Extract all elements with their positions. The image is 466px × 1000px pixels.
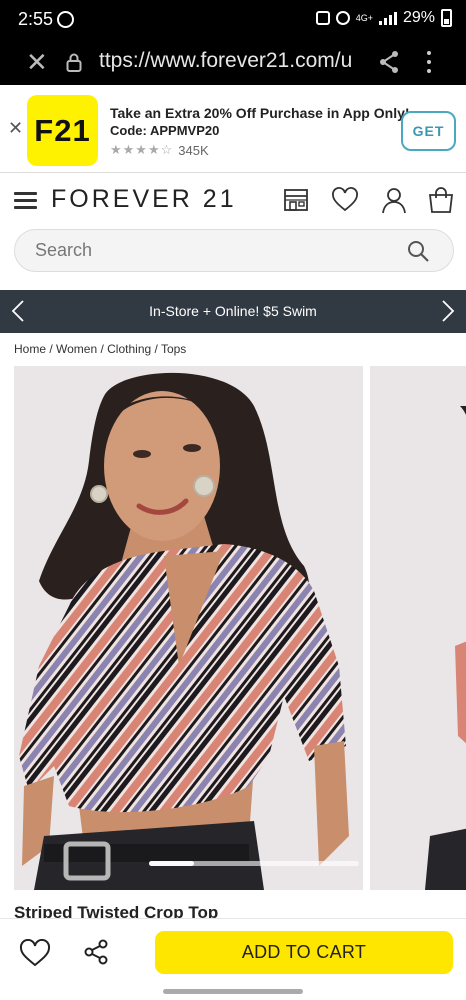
app-install-banner: ✕ F21 Take an Extra 20% Off Purchase in … — [0, 85, 466, 173]
banner-promo-code: Code: APPMVP20 — [110, 123, 220, 138]
gallery-scroll-indicator — [149, 861, 359, 866]
status-time: 2:55 — [18, 9, 54, 29]
get-app-button[interactable]: GET — [401, 111, 456, 151]
banner-close-icon[interactable]: ✕ — [8, 118, 23, 139]
search-input[interactable]: Search — [35, 240, 92, 261]
share-icon[interactable] — [378, 50, 400, 74]
model-photo-next — [370, 366, 466, 890]
lock-icon[interactable] — [66, 53, 82, 72]
add-to-cart-button[interactable]: ADD TO CART — [155, 931, 453, 974]
gallery-scroll-thumb — [149, 861, 194, 866]
notification-icon — [315, 11, 330, 25]
status-icons: 4G+ 29% — [315, 9, 452, 27]
banner-title: Take an Extra 20% Off Purchase in App On… — [110, 105, 410, 121]
rating-count: 345K — [178, 142, 209, 158]
share-product-icon[interactable] — [84, 939, 108, 965]
status-bar: 2:55 4G+ 29% — [0, 0, 466, 40]
store-icon[interactable] — [282, 186, 310, 214]
site-logo[interactable]: FOREVER 21 — [51, 185, 237, 214]
battery-percent: 29% — [402, 9, 435, 26]
site-header: FOREVER 21 — [0, 173, 466, 228]
signal-icon — [378, 11, 397, 25]
menu-icon[interactable] — [14, 192, 37, 209]
model-photo — [14, 366, 363, 890]
browser-bar: ✕ ttps://www.forever21.com/u — [0, 40, 466, 85]
product-image[interactable] — [14, 366, 363, 890]
whatsapp-icon — [57, 11, 74, 28]
promo-text[interactable]: In-Store + Online! $5 Swim — [0, 303, 466, 319]
star-rating-icon: ★★★★☆ — [110, 142, 174, 157]
promo-carousel: In-Store + Online! $5 Swim — [0, 290, 466, 333]
app-rating: ★★★★☆ 345K — [110, 142, 209, 158]
network-type: 4G+ — [355, 13, 373, 23]
close-tab-icon[interactable]: ✕ — [26, 49, 48, 75]
chevron-right-icon[interactable] — [440, 300, 456, 322]
bottom-action-bar: ADD TO CART — [0, 918, 466, 1000]
shopping-bag-icon[interactable] — [427, 186, 455, 214]
url-bar[interactable]: ttps://www.forever21.com/u — [99, 49, 361, 73]
battery-icon — [441, 9, 452, 27]
search-bar[interactable]: Search — [14, 229, 454, 272]
product-title: Striped Twisted Crop Top — [14, 903, 219, 919]
product-image-next[interactable] — [370, 366, 466, 890]
search-icon[interactable] — [407, 240, 429, 262]
add-to-wishlist-heart-icon[interactable] — [19, 939, 51, 967]
app-logo: F21 — [27, 95, 98, 166]
alarm-icon — [335, 11, 350, 25]
more-menu-icon[interactable] — [424, 48, 434, 76]
home-indicator[interactable] — [163, 989, 303, 994]
wishlist-heart-icon[interactable] — [331, 186, 359, 214]
account-icon[interactable] — [380, 186, 408, 214]
breadcrumb[interactable]: Home / Women / Clothing / Tops — [14, 342, 186, 356]
product-image-gallery[interactable] — [0, 366, 466, 890]
